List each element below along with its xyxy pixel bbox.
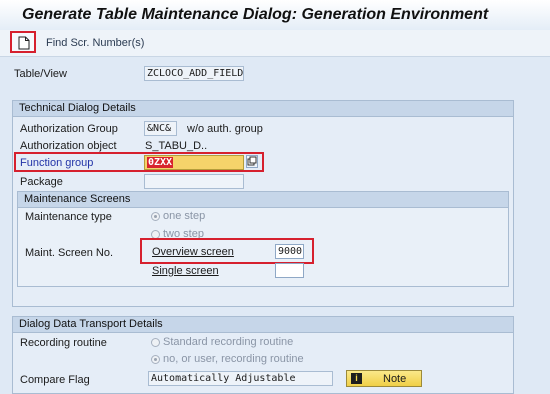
overview-screen-label: Overview screen — [152, 246, 234, 258]
one-step-radio[interactable] — [151, 212, 160, 221]
single-screen-label: Single screen — [152, 265, 219, 277]
authorization-object-label: Authorization object — [20, 140, 117, 152]
create-button[interactable] — [10, 31, 36, 53]
new-document-icon — [18, 36, 30, 50]
authorization-object-value: S_TABU_D.. — [145, 140, 208, 152]
info-icon: i — [351, 373, 362, 384]
function-group-value: 0ZXX — [147, 157, 174, 168]
authorization-group-label: Authorization Group — [20, 123, 118, 135]
maintenance-type-label: Maintenance type — [25, 211, 112, 223]
single-screen-field[interactable] — [275, 263, 304, 278]
value-help-icon — [247, 156, 257, 166]
note-button-label: Note — [383, 373, 407, 385]
one-step-label: one step — [163, 210, 206, 222]
authorization-group-text: w/o auth. group — [187, 123, 263, 135]
overview-screen-field[interactable]: 9000 — [275, 244, 304, 259]
window-title: Generate Table Maintenance Dialog: Gener… — [22, 6, 489, 23]
find-screen-numbers-button[interactable]: Find Scr. Number(s) — [46, 37, 144, 49]
function-group-label: Function group — [20, 157, 94, 169]
technical-dialog-details-header: Technical Dialog Details — [13, 101, 513, 117]
note-button[interactable]: i Note — [346, 370, 422, 387]
table-view-label: Table/View — [14, 68, 67, 80]
compare-flag-label: Compare Flag — [20, 374, 90, 386]
package-label: Package — [20, 176, 63, 188]
standard-recording-label: Standard recording routine — [163, 336, 294, 348]
authorization-group-field[interactable]: &NC& — [144, 121, 177, 136]
maint-screen-no-label: Maint. Screen No. — [25, 247, 114, 259]
function-group-field[interactable]: 0ZXX — [144, 155, 244, 170]
compare-flag-field[interactable]: Automatically Adjustable — [148, 371, 333, 386]
no-user-recording-label: no, or user, recording routine — [163, 353, 304, 365]
function-group-f4-button[interactable] — [246, 155, 258, 168]
dialog-data-transport-header: Dialog Data Transport Details — [13, 317, 513, 333]
table-view-field[interactable]: ZCLOCO_ADD_FIELD — [144, 66, 244, 81]
standard-recording-radio[interactable] — [151, 338, 160, 347]
package-field[interactable] — [144, 174, 244, 189]
no-user-recording-radio[interactable] — [151, 355, 160, 364]
recording-routine-label: Recording routine — [20, 337, 107, 349]
maintenance-screens-header: Maintenance Screens — [18, 192, 508, 208]
